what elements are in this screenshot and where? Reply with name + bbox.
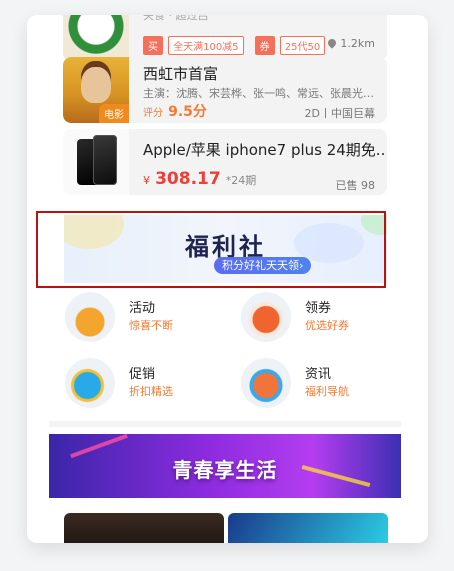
feature-promotion-name: 促销: [129, 367, 156, 382]
feature-promotion-desc: 折扣精选: [129, 385, 173, 398]
movie-cast: 主演：沈腾、宋芸桦、张一鸣、常远、张晨光、...: [143, 87, 375, 100]
product-title: Apple/苹果 iphone7 plus 24期免...: [143, 141, 387, 159]
movie-rating: 评分 9.5分: [143, 101, 207, 121]
feature-coupon-name: 领券: [305, 301, 332, 316]
restaurant-thumbnail: [63, 15, 129, 61]
sold-count: 已售 98: [335, 179, 376, 192]
promo-banner[interactable]: 青春享生活: [49, 434, 401, 498]
discount-tag: 全天满100减5: [168, 36, 244, 55]
feature-news-desc: 福利导航: [305, 385, 349, 398]
coupon-value-tag: 25代50: [279, 36, 326, 55]
listing-card-product[interactable]: Apple/苹果 iphone7 plus 24期免... ¥ 308.17 *…: [63, 129, 387, 195]
movie-title: 西虹市首富: [143, 65, 219, 83]
feature-activity-desc: 惊喜不断: [129, 319, 173, 332]
movie-badge: 电影: [99, 104, 129, 123]
movie-poster: 电影: [63, 57, 129, 123]
feature-news-name: 资讯: [305, 367, 332, 382]
feature-coupon-desc: 优选好券: [305, 319, 349, 332]
feature-activity[interactable]: 活动 惊喜不断: [65, 292, 215, 342]
bottom-thumb-left[interactable]: [64, 513, 224, 543]
distance-label: 1.2km: [326, 37, 375, 50]
distance-value: 1.2km: [340, 37, 375, 50]
rating-value: 9.5分: [168, 104, 207, 120]
poster-face: [81, 67, 111, 103]
bottom-thumb-right[interactable]: [228, 513, 388, 543]
coupon-ticket-icon: [241, 292, 291, 342]
highlight-box: [36, 211, 386, 288]
price-value: 308.17: [155, 169, 221, 189]
price-symbol: ¥: [143, 174, 150, 187]
product-price: ¥ 308.17 *24期: [143, 169, 256, 189]
feature-activity-name: 活动: [129, 301, 156, 316]
feature-coupon[interactable]: 领券 优选好券: [241, 292, 391, 342]
news-letter-icon: [241, 358, 291, 408]
movie-format: 2D丨中国巨幕: [304, 107, 375, 120]
restaurant-tags: 买 全天满100减5 券 25代50: [143, 35, 326, 55]
installments-label: *24期: [225, 174, 257, 187]
promo-text: 青春享生活: [172, 458, 278, 482]
restaurant-subtext: 关食 · 超过吕: [143, 15, 209, 22]
coupon-tag: 券: [254, 36, 275, 55]
listing-card-movie[interactable]: 电影 西虹市首富 主演：沈腾、宋芸桦、张一鸣、常远、张晨光、... 评分 9.5…: [63, 57, 387, 123]
listing-card-restaurant[interactable]: 关食 · 超过吕 买 全天满100减5 券 25代50 1.2km: [63, 15, 387, 61]
gift-box-icon: [65, 292, 115, 342]
product-image: [63, 129, 129, 195]
buy-tag: 买: [143, 36, 163, 55]
section-divider: [49, 421, 401, 427]
feature-news[interactable]: 资讯 福利导航: [241, 358, 391, 408]
rating-label: 评分: [143, 108, 163, 119]
phone-screen: 关食 · 超过吕 买 全天满100减5 券 25代50 1.2km 电影 西虹市…: [27, 15, 428, 543]
feature-promotion[interactable]: 促销 折扣精选: [65, 358, 215, 408]
shopping-bag-icon: [65, 358, 115, 408]
phone-front-image: [93, 135, 117, 185]
location-pin-icon: [326, 37, 339, 49]
